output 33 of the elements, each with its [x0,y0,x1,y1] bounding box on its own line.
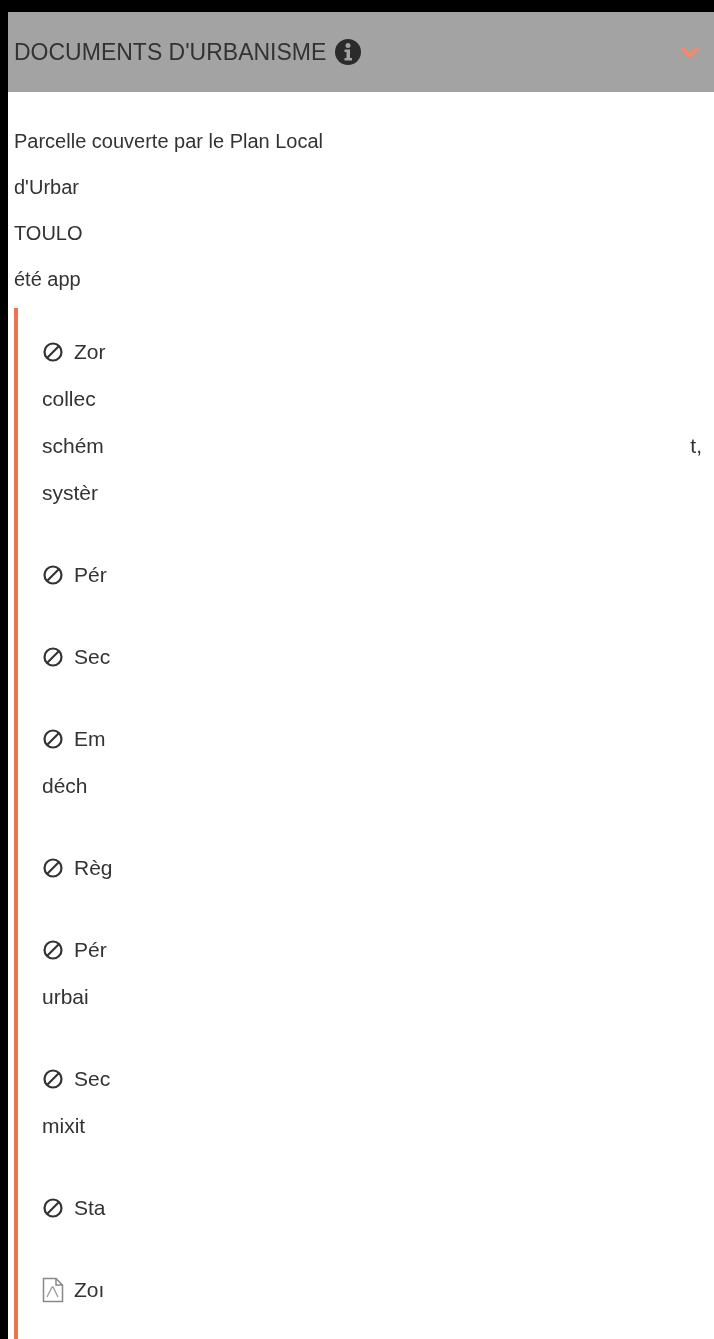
regulation-text: Pér [74,936,107,963]
regulation-text: Zor [74,338,106,365]
regulation-text: t, [690,432,702,459]
forbidden-icon [42,856,64,879]
regulation-text: systèr [42,479,98,506]
info-icon [334,38,363,66]
description-line: Parcelle couverte par le Plan Local [14,129,324,154]
regulation-text: Zoı [74,1276,105,1303]
forbidden-icon [42,938,64,961]
pdf-file-icon [42,1276,64,1303]
section-header[interactable]: DOCUMENTS D'URBANISME [8,12,714,92]
regulation-text: collec [42,385,96,412]
description-line: été app [14,267,81,292]
forbidden-icon [42,563,64,586]
regulation-text: schém [42,432,104,459]
section-title: DOCUMENTS D'URBANISME [14,37,327,67]
regulation-text: mixit [42,1112,86,1139]
regulation-text: Sec [74,1065,111,1092]
regulation-text: Sec [74,643,111,670]
forbidden-icon [42,645,64,668]
description-line: TOULO [14,221,83,246]
description-line: d'Urbar [14,175,79,200]
forbidden-icon [42,340,64,363]
forbidden-icon [42,1067,64,1090]
regulation-text: Sta [74,1194,106,1221]
forbidden-icon [42,727,64,750]
regulation-text: urbai [42,983,89,1010]
regulation-text: Em [74,725,106,752]
forbidden-icon [42,1196,64,1219]
regulation-text: Pér [74,561,107,588]
regulation-text: Règ [74,854,113,881]
chevron-icon [680,45,700,59]
regulation-text: déch [42,772,88,799]
